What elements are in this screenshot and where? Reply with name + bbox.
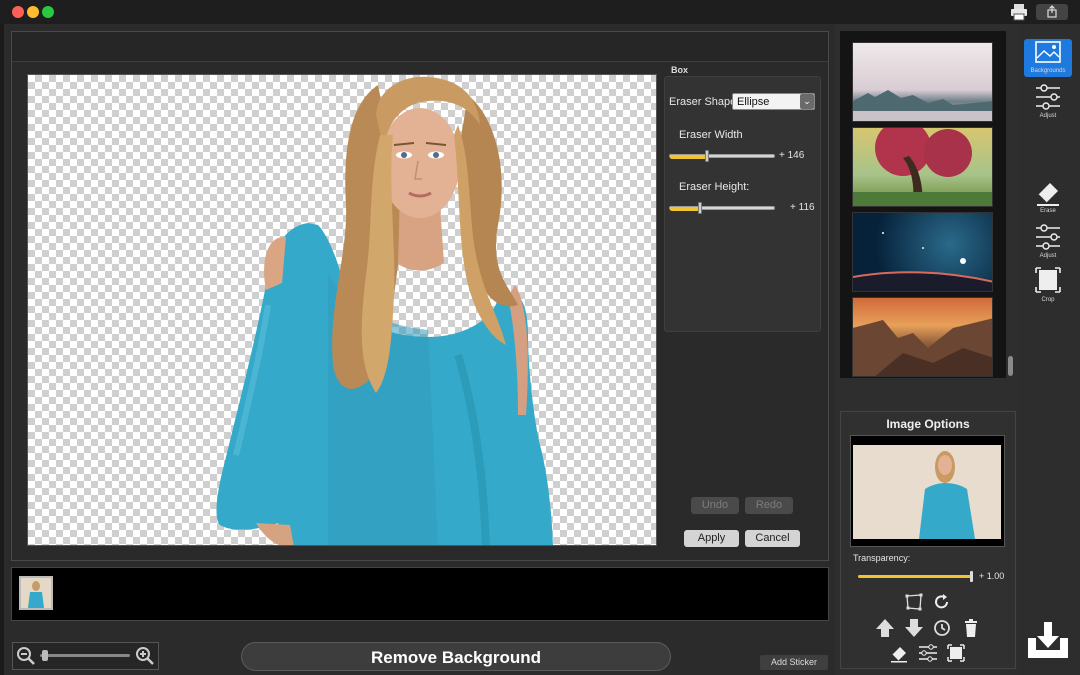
background-thumb-misty-forest[interactable] — [852, 42, 993, 122]
image-preview — [853, 445, 1001, 539]
transparency-label: Transparency: — [853, 553, 911, 563]
backgrounds-tool-label: Backgrounds — [1030, 68, 1066, 74]
erase-tool-button[interactable]: Erase — [1024, 178, 1072, 216]
eraser-width-slider[interactable] — [669, 154, 775, 159]
title-bar — [0, 0, 1080, 24]
bring-forward-icon[interactable] — [874, 617, 896, 639]
window-zoom-button[interactable] — [42, 6, 54, 18]
tools-toolbar — [1018, 24, 1080, 675]
save-download-icon[interactable] — [1026, 620, 1070, 660]
eraser-height-fill — [670, 207, 701, 211]
backgrounds-icon — [1035, 41, 1061, 63]
eraser-shape-value: Ellipse — [737, 96, 770, 108]
window-close-button[interactable] — [12, 6, 24, 18]
reset-icon[interactable] — [931, 617, 953, 639]
eraser-height-knob[interactable] — [697, 202, 702, 214]
printer-icon[interactable] — [1010, 3, 1028, 21]
eraser-width-label: Eraser Width — [679, 129, 743, 141]
add-sticker-button[interactable]: Add Sticker — [760, 655, 828, 670]
background-thumb-canyon[interactable] — [852, 297, 993, 377]
rotate-icon[interactable] — [931, 591, 953, 613]
trash-icon[interactable] — [960, 617, 982, 639]
editor-top-bar — [12, 32, 828, 62]
share-icon — [1047, 5, 1057, 18]
transparency-slider[interactable] — [858, 575, 972, 578]
redo-button[interactable]: Redo — [745, 497, 793, 514]
adjust-tool-label: Adjust — [1039, 113, 1057, 119]
gallery-scrollbar[interactable] — [1008, 356, 1013, 376]
transparency-slider-knob[interactable] — [970, 571, 973, 582]
window-minimize-button[interactable] — [27, 6, 39, 18]
perspective-icon[interactable] — [903, 591, 925, 613]
crop-icon[interactable] — [945, 642, 967, 664]
subject-cutout-image — [216, 76, 553, 545]
adjust-icon — [1036, 84, 1060, 110]
apply-button[interactable]: Apply — [684, 530, 739, 547]
erase-icon — [1037, 183, 1059, 206]
eraser-width-fill — [670, 155, 709, 159]
remove-background-button[interactable]: Remove Background — [241, 642, 671, 671]
crop-tool-button[interactable]: Crop — [1024, 266, 1072, 306]
zoom-out-icon[interactable] — [16, 646, 36, 666]
eraser-icon[interactable] — [888, 642, 910, 664]
eraser-shape-label: Eraser Shape — [669, 96, 737, 108]
image-options-title: Image Options — [886, 417, 970, 431]
box-panel-title: Box — [671, 65, 689, 75]
adjust-tool-button-2[interactable]: Adjust — [1024, 222, 1072, 262]
cancel-button[interactable]: Cancel — [745, 530, 800, 547]
backgrounds-tool-button[interactable]: Backgrounds — [1024, 39, 1072, 77]
eraser-width-knob[interactable] — [705, 150, 710, 162]
crop-icon — [1035, 267, 1061, 293]
editing-canvas[interactable] — [27, 74, 657, 546]
filmstrip-thumbnail[interactable] — [19, 576, 53, 610]
background-thumb-fantasy-tree[interactable] — [852, 127, 993, 207]
eraser-height-value: + 116 — [790, 202, 815, 213]
erase-tool-label: Erase — [1040, 208, 1056, 214]
eraser-width-value: + 146 — [779, 150, 805, 161]
adjust-sliders-icon — [1036, 224, 1060, 250]
eraser-height-slider[interactable] — [669, 206, 775, 211]
adjust-tool-label-2: Adjust — [1039, 253, 1057, 259]
image-filmstrip — [11, 567, 829, 621]
undo-button[interactable]: Undo — [691, 497, 739, 514]
transparency-value: + 1.00 — [979, 571, 1005, 581]
zoom-slider-knob[interactable] — [41, 650, 48, 661]
chevron-down-icon[interactable]: ⌄ — [800, 94, 814, 109]
background-thumb-space[interactable] — [852, 212, 993, 292]
zoom-slider[interactable] — [40, 654, 130, 657]
send-backward-icon[interactable] — [903, 617, 925, 639]
crop-tool-label: Crop — [1041, 297, 1055, 303]
adjust-sliders-icon[interactable] — [917, 642, 939, 664]
share-button[interactable] — [1036, 4, 1068, 20]
adjust-tool-button[interactable]: Adjust — [1024, 82, 1072, 120]
eraser-height-label: Eraser Height: — [679, 181, 750, 193]
zoom-in-icon[interactable] — [135, 646, 155, 666]
